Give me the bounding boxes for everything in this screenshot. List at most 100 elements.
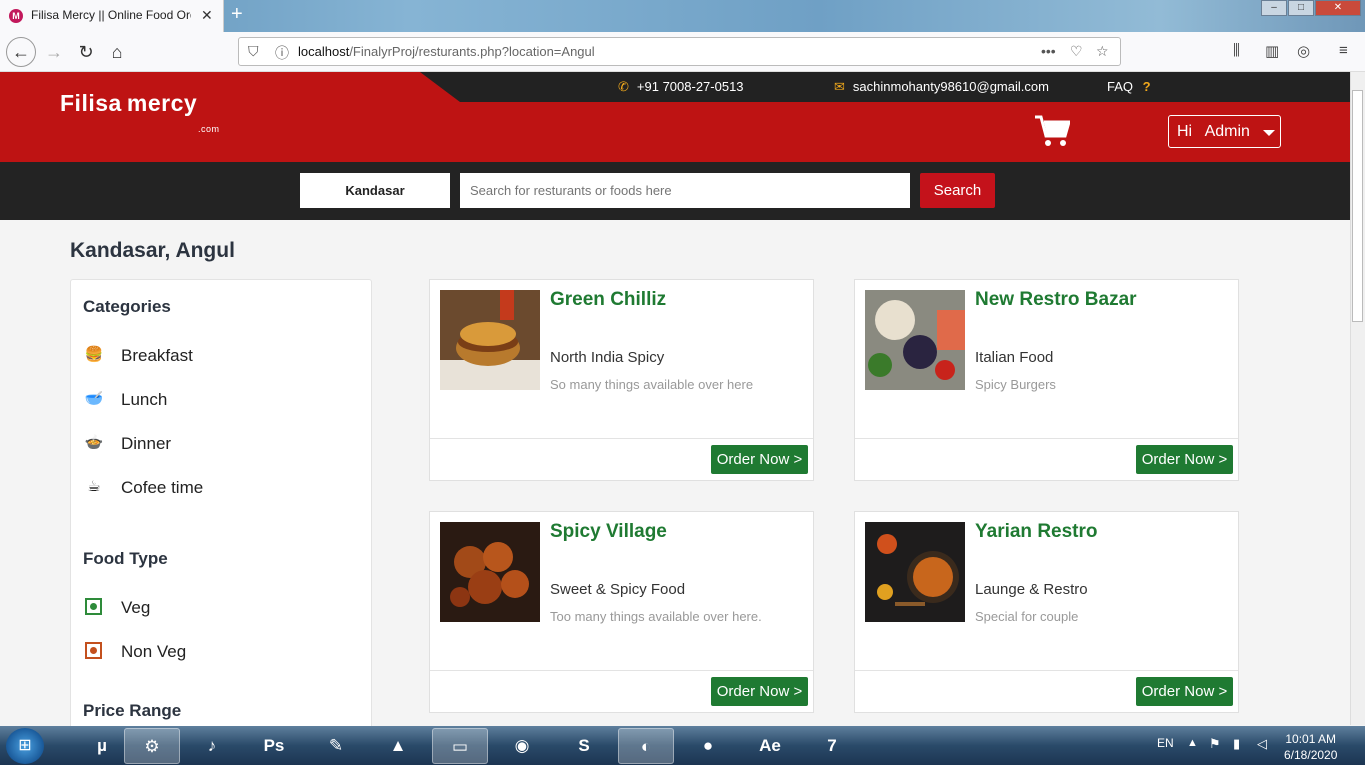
forward-arrow-icon[interactable]: → <box>40 38 68 66</box>
reload-icon[interactable]: ↻ <box>72 38 100 66</box>
search-input[interactable] <box>460 173 910 208</box>
tray-expand-icon[interactable]: ▲ <box>1187 737 1198 749</box>
window-close-button[interactable]: ✕ <box>1315 0 1361 16</box>
firefox-icon[interactable]: ◐ <box>618 728 674 764</box>
card-divider <box>855 670 1238 671</box>
page-actions-icon[interactable]: ••• <box>1041 43 1056 59</box>
page-title: Kandasar, Angul <box>70 239 235 262</box>
browser-tab[interactable]: M Filisa Mercy || Online Food Orde ✕ <box>0 0 224 32</box>
restaurant-image[interactable] <box>440 522 540 622</box>
restaurant-description: Special for couple <box>975 609 1079 624</box>
restaurant-cuisine: Italian Food <box>975 349 1054 366</box>
mail-icon: ✉ <box>834 79 845 94</box>
dinner-plate-icon: 🍲 <box>84 434 104 451</box>
order-now-button[interactable]: Order Now > <box>711 677 808 706</box>
volume-icon[interactable]: ◁ <box>1257 736 1267 752</box>
filter-sidebar: Categories 🍔 Breakfast 🥣 Lunch 🍲 Dinner … <box>70 279 372 739</box>
network-icon[interactable]: ▮ <box>1233 736 1240 752</box>
disc-icon[interactable]: 7 <box>804 728 860 764</box>
url-text[interactable]: localhost/FinalyrProj/resturants.php?loc… <box>298 44 595 59</box>
scrollbar-thumb[interactable] <box>1352 90 1363 322</box>
tab-close-icon[interactable]: ✕ <box>201 7 213 24</box>
restaurant-image[interactable] <box>865 290 965 390</box>
menu-icon[interactable]: ≡ <box>1339 42 1348 59</box>
restaurant-image[interactable] <box>865 522 965 622</box>
new-tab-button[interactable]: + <box>231 3 243 26</box>
restaurant-card: New Restro Bazar Italian Food Spicy Burg… <box>854 279 1239 481</box>
media-icon[interactable]: ● <box>680 728 736 764</box>
category-dinner[interactable]: Dinner <box>121 434 171 454</box>
restaurant-name[interactable]: Green Chilliz <box>550 289 666 311</box>
pocket-icon[interactable]: ♡ <box>1070 43 1083 60</box>
burger-icon: 🍔 <box>84 346 104 363</box>
card-divider <box>430 670 813 671</box>
after-effects-icon[interactable]: Ae <box>742 728 798 764</box>
photoshop-icon[interactable]: Ps <box>246 728 302 764</box>
notepad-icon[interactable]: ✎ <box>308 728 364 764</box>
category-breakfast[interactable]: Breakfast <box>121 346 193 366</box>
sidebar-icon[interactable]: ▥ <box>1265 42 1279 60</box>
site-logo[interactable]: Filisa mercy .com <box>60 90 219 134</box>
food-type-veg[interactable]: Veg <box>121 598 150 618</box>
card-divider <box>430 438 813 439</box>
price-range-heading: Price Range <box>83 701 182 720</box>
app-icon[interactable]: ⚙ <box>124 728 180 764</box>
language-indicator[interactable]: EN <box>1157 736 1174 750</box>
restaurant-name[interactable]: Yarian Restro <box>975 521 1098 543</box>
fl-studio-icon[interactable]: ♪ <box>184 728 240 764</box>
caret-down-icon <box>1263 130 1275 136</box>
question-icon: ? <box>1142 79 1151 94</box>
minimize-button[interactable]: ‒ <box>1261 0 1287 16</box>
restaurant-cuisine: Launge & Restro <box>975 581 1088 598</box>
food-type-heading: Food Type <box>83 549 168 568</box>
url-bar[interactable]: ⛉ ⓘ localhost/FinalyrProj/resturants.php… <box>238 37 1121 66</box>
site-favicon-icon: M <box>9 9 23 23</box>
restaurant-description: Spicy Burgers <box>975 377 1056 392</box>
food-type-non-veg[interactable]: Non Veg <box>121 642 186 662</box>
restaurant-cuisine: North India Spicy <box>550 349 665 366</box>
bowl-icon: 🥣 <box>84 390 104 407</box>
action-center-icon[interactable]: ⚑ <box>1209 736 1221 752</box>
restaurant-card: Green Chilliz North India Spicy So many … <box>429 279 814 481</box>
restaurant-name[interactable]: New Restro Bazar <box>975 289 1137 311</box>
faq-link[interactable]: FAQ ? <box>1107 79 1159 94</box>
maximize-button[interactable]: □ <box>1288 0 1314 16</box>
veg-icon <box>85 598 102 615</box>
restaurant-card: Spicy Village Sweet & Spicy Food Too man… <box>429 511 814 713</box>
non-veg-icon <box>85 642 102 659</box>
restaurant-name[interactable]: Spicy Village <box>550 521 667 543</box>
search-button[interactable]: Search <box>920 173 995 208</box>
category-lunch[interactable]: Lunch <box>121 390 167 410</box>
back-arrow-icon[interactable]: ← <box>6 37 36 67</box>
home-icon[interactable]: ⌂ <box>103 38 131 66</box>
coffee-cup-icon: ☕ <box>87 478 101 495</box>
shield-icon[interactable]: ⛉ <box>248 43 259 60</box>
info-icon[interactable]: ⓘ <box>275 43 289 63</box>
phone-icon: ✆ <box>618 79 629 94</box>
vlc-icon[interactable]: ▲ <box>370 728 426 764</box>
user-menu-dropdown[interactable]: Hi Admin <box>1168 115 1281 148</box>
bookmark-star-icon[interactable]: ☆ <box>1096 43 1109 60</box>
utorrent-icon[interactable]: µ <box>74 728 130 764</box>
start-button[interactable]: ⊞ <box>6 728 44 764</box>
cart-icon[interactable] <box>1034 114 1070 148</box>
folder-icon[interactable]: ▭ <box>432 728 488 764</box>
sublime-icon[interactable]: S <box>556 728 612 764</box>
card-divider <box>855 438 1238 439</box>
order-now-button[interactable]: Order Now > <box>1136 445 1233 474</box>
categories-heading: Categories <box>83 297 171 316</box>
chrome-icon[interactable]: ◉ <box>494 728 550 764</box>
email-contact[interactable]: ✉ sachinmohanty98610@gmail.com <box>834 79 1049 95</box>
restaurant-image[interactable] <box>440 290 540 390</box>
location-selector[interactable]: Kandasar <box>300 173 450 208</box>
restaurant-cuisine: Sweet & Spicy Food <box>550 581 686 598</box>
library-icon[interactable]: ⫼ <box>1233 42 1240 59</box>
category-cofee-time[interactable]: Cofee time <box>121 478 203 498</box>
restaurant-card: Yarian Restro Launge & Restro Special fo… <box>854 511 1239 713</box>
restaurant-description: So many things available over here <box>550 377 754 392</box>
order-now-button[interactable]: Order Now > <box>1136 677 1233 706</box>
account-icon[interactable]: ◎ <box>1297 42 1310 60</box>
phone-contact[interactable]: ✆ +91 7008-27-0513 <box>618 79 744 95</box>
order-now-button[interactable]: Order Now > <box>711 445 808 474</box>
system-clock[interactable]: 10:01 AM 6/18/2020 <box>1284 731 1337 763</box>
